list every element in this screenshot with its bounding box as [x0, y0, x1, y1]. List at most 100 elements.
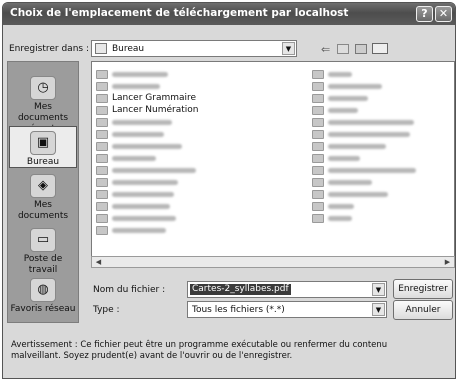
folder-icon [312, 129, 324, 139]
warning-line-2: malveillant. Soyez prudent(e) avant de l… [11, 351, 293, 361]
list-item[interactable] [312, 200, 354, 212]
blurred-filename [112, 215, 176, 221]
file-icon [96, 165, 108, 175]
dialog-title: Choix de l'emplacement de téléchargement… [10, 7, 349, 19]
place-my-documents-label: Mes documents [17, 200, 69, 221]
back-icon[interactable]: ⇐ [321, 43, 330, 56]
list-item[interactable] [96, 68, 168, 80]
blurred-filename [328, 179, 372, 185]
folder-icon [312, 189, 324, 199]
file-name: Lancer Grammaire [112, 93, 197, 103]
list-item[interactable] [96, 188, 174, 200]
file-icon [96, 225, 108, 235]
recent-documents-icon: ◷ [30, 76, 56, 100]
list-item[interactable] [312, 104, 358, 116]
new-folder-icon[interactable] [355, 44, 367, 54]
close-button[interactable]: ✕ [435, 6, 452, 22]
filetype-label: Type : [93, 305, 120, 315]
place-my-documents[interactable]: ◈ Mes documents [9, 174, 77, 222]
chevron-down-icon[interactable]: ▼ [372, 283, 385, 296]
scroll-left-icon[interactable]: ◀ [93, 257, 104, 267]
blurred-filename [328, 107, 358, 113]
filename-label: Nom du fichier : [93, 285, 166, 295]
blurred-filename [328, 203, 354, 209]
folder-icon [312, 141, 324, 151]
list-item[interactable] [312, 164, 416, 176]
place-desktop[interactable]: ▣ Bureau [9, 126, 77, 168]
blurred-filename [328, 95, 368, 101]
place-network-label: Favoris réseau [10, 304, 76, 314]
up-folder-icon[interactable] [337, 44, 349, 54]
list-item[interactable] [312, 68, 352, 80]
desktop-icon: ▣ [30, 131, 56, 155]
chevron-down-icon[interactable]: ▼ [372, 303, 385, 316]
list-item[interactable] [312, 140, 386, 152]
list-item[interactable] [312, 128, 410, 140]
list-item[interactable]: Lancer Grammaire [96, 92, 196, 104]
places-bar: ◷ Mes documents récents ▣ Bureau ◈ Mes d… [7, 61, 79, 323]
place-my-computer[interactable]: ▭ Poste de travail [9, 228, 77, 276]
list-item[interactable]: Lancer Numération [96, 104, 198, 116]
place-desktop-label: Bureau [26, 157, 60, 167]
list-item[interactable] [96, 200, 170, 212]
list-item[interactable] [96, 128, 164, 140]
file-icon [96, 201, 108, 211]
folder-icon [312, 153, 324, 163]
views-menu-icon[interactable] [372, 43, 388, 54]
horizontal-scrollbar[interactable]: ◀ ▶ [91, 256, 455, 268]
list-item[interactable] [96, 164, 196, 176]
cancel-button[interactable]: Annuler [393, 300, 453, 320]
save-button[interactable]: Enregistrer [393, 279, 453, 299]
network-places-icon: ◍ [30, 278, 56, 302]
list-item[interactable] [312, 116, 414, 128]
file-icon [96, 189, 108, 199]
blurred-filename [112, 179, 178, 185]
chevron-down-icon[interactable]: ▼ [282, 42, 295, 55]
blurred-filename [328, 155, 360, 161]
blurred-filename [328, 167, 416, 173]
scroll-right-icon[interactable]: ▶ [442, 257, 453, 267]
list-item[interactable] [312, 176, 372, 188]
save-in-label: Enregistrer dans : [9, 44, 89, 54]
list-item[interactable] [96, 140, 182, 152]
save-in-dropdown[interactable]: Bureau ▼ [91, 40, 297, 57]
file-name: Lancer Numération [112, 105, 199, 115]
folder-icon [312, 201, 324, 211]
save-dialog: Choix de l'emplacement de téléchargement… [2, 2, 456, 379]
filename-input[interactable]: Cartes-2_syllabes.pdf ▼ [187, 281, 387, 298]
file-icon [96, 129, 108, 139]
desktop-small-icon [95, 43, 107, 54]
blurred-filename [328, 119, 414, 125]
blurred-filename [112, 119, 172, 125]
blurred-filename [328, 131, 410, 137]
list-item[interactable] [312, 188, 388, 200]
file-icon [96, 213, 108, 223]
folder-icon [312, 117, 324, 127]
list-item[interactable] [96, 212, 176, 224]
list-item[interactable] [312, 92, 368, 104]
list-item[interactable] [96, 176, 178, 188]
blurred-filename [328, 143, 386, 149]
blurred-filename [328, 215, 352, 221]
filetype-value: Tous les fichiers (*.*) [192, 305, 285, 315]
file-icon [96, 141, 108, 151]
folder-icon [96, 69, 108, 79]
list-item[interactable] [96, 116, 172, 128]
list-item[interactable] [312, 152, 360, 164]
filename-value[interactable]: Cartes-2_syllabes.pdf [190, 284, 291, 295]
blurred-filename [328, 191, 388, 197]
list-item[interactable] [312, 212, 352, 224]
place-network[interactable]: ◍ Favoris réseau [9, 278, 77, 315]
file-list[interactable]: Lancer Grammaire Lancer Numération [91, 61, 455, 268]
list-item[interactable] [96, 152, 156, 164]
list-item[interactable] [96, 224, 166, 236]
blurred-filename [112, 191, 174, 197]
list-item[interactable] [96, 80, 160, 92]
blurred-filename [112, 83, 160, 89]
list-item[interactable] [312, 80, 382, 92]
shortcut-icon [96, 105, 108, 115]
filetype-dropdown[interactable]: Tous les fichiers (*.*) ▼ [187, 301, 387, 318]
folder-icon [312, 165, 324, 175]
folder-icon [312, 105, 324, 115]
help-button[interactable]: ? [416, 6, 433, 22]
